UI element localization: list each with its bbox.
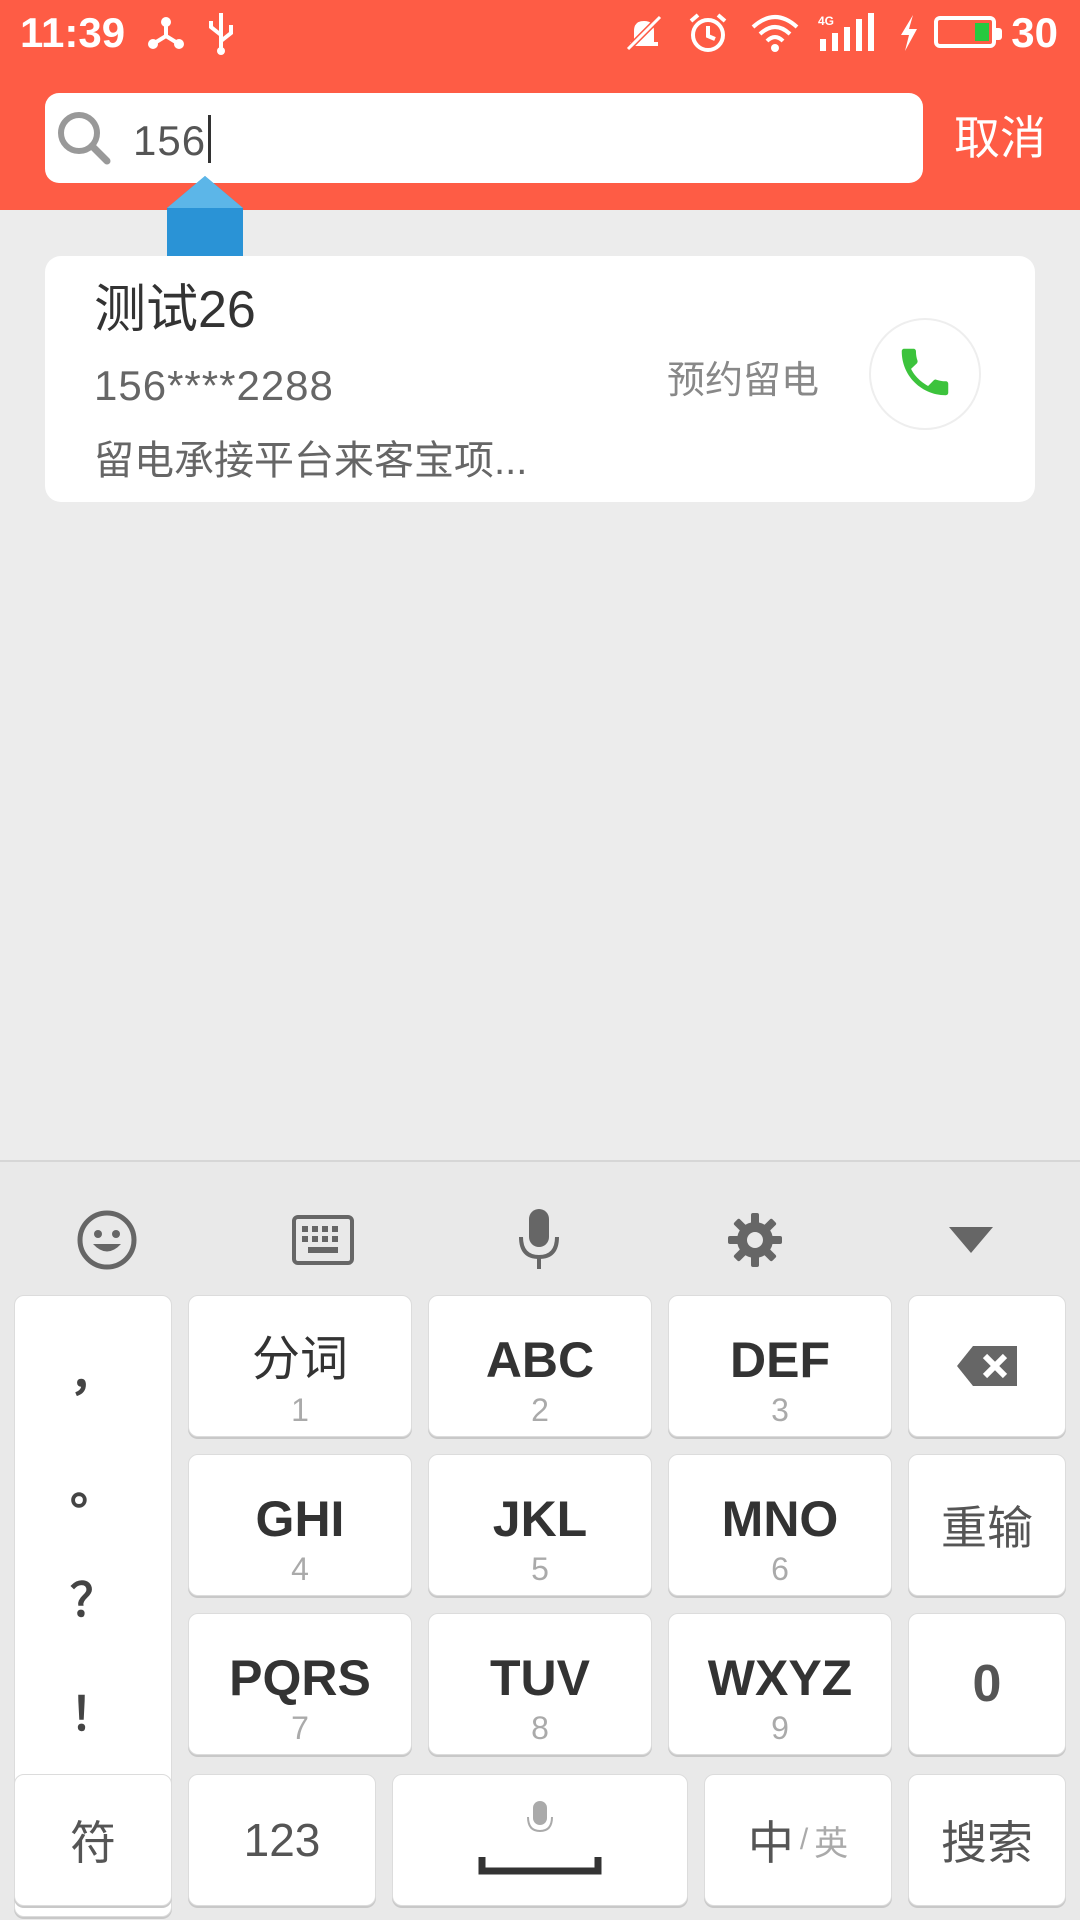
status-bar: 11:39 4G 30 [0,0,1080,66]
space-bar-icon [393,1775,687,1905]
signal-4g-icon: 4G [816,8,876,58]
search-key[interactable]: 搜索 [908,1774,1066,1906]
key-6[interactable]: MNO 6 [668,1454,892,1596]
key-label: 分词 [251,1333,348,1386]
reenter-key[interactable]: 重输 [908,1454,1066,1596]
text-cursor [208,115,212,163]
key-label: MNO [721,1491,839,1547]
key-9[interactable]: WXYZ 9 [668,1613,892,1755]
search-icon [51,105,117,176]
lang-en: 英 [814,1824,849,1863]
key-3[interactable]: DEF 3 [668,1295,892,1437]
key-5[interactable]: JKL 5 [428,1454,652,1596]
backspace-icon [909,1296,1065,1436]
symbols-key[interactable]: 符 [14,1774,172,1906]
key-8[interactable]: TUV 8 [428,1613,652,1755]
key-0[interactable]: 0 [908,1613,1066,1755]
key-digit: 6 [771,1551,789,1587]
charging-icon [896,8,922,58]
key-2[interactable]: ABC 2 [428,1295,652,1437]
call-button[interactable] [869,318,981,430]
silent-icon [624,8,664,58]
period-key[interactable]: 。 [15,1452,171,1518]
backspace-key[interactable] [908,1295,1066,1437]
contact-name: 测试26 [94,281,256,339]
lang-cn: 中 [747,1817,794,1869]
reserve-callback-button[interactable]: 预约留电 [667,356,819,406]
numbers-key[interactable]: 123 [188,1774,376,1906]
app-header: 11:39 4G 30 156 取消 [0,0,1080,210]
microphone-icon[interactable] [499,1202,579,1278]
key-digit: 4 [291,1551,309,1587]
usb-icon [206,8,236,58]
reenter-label: 重输 [941,1502,1033,1554]
battery-icon [934,16,1002,48]
key-label: ABC [485,1332,595,1388]
key-label: JKL [492,1491,588,1547]
battery-level: 30 [1011,9,1058,56]
language-toggle-label: 中 / 英 [705,1775,891,1905]
question-key[interactable]: ？ [15,1564,171,1630]
key-label: GHI [255,1491,345,1547]
search-key-label: 搜索 [941,1817,1033,1869]
usb-tether-icon [146,8,186,58]
symbols-label: 符 [70,1817,116,1869]
input-method-keyboard: ， 。 ？ ！ 分词 1 ABC 2 DEF 3 GHI 4 JKL 5 MNO… [0,1160,1080,1920]
keyboard-icon[interactable] [283,1202,363,1278]
contact-description: 留电承接平台来客宝项... [94,439,528,483]
key-digit: 8 [531,1710,549,1746]
cancel-button[interactable]: 取消 [954,108,1046,168]
key-digit: 2 [531,1392,549,1428]
emoji-icon[interactable] [67,1202,147,1278]
key-1[interactable]: 分词 1 [188,1295,412,1437]
lang-separator: / [799,1823,809,1856]
key-digit: 3 [771,1392,789,1428]
key-7[interactable]: PQRS 7 [188,1613,412,1755]
exclamation-key[interactable]: ！ [15,1678,171,1744]
search-query[interactable]: 156 [133,115,212,164]
phone-icon [894,341,956,408]
key-label: TUV [490,1650,590,1706]
key-label: PQRS [229,1650,371,1706]
space-key[interactable] [392,1774,688,1906]
key-digit: 7 [291,1710,309,1746]
gear-icon[interactable] [715,1202,795,1278]
key-label: 0 [972,1655,1002,1713]
key-4[interactable]: GHI 4 [188,1454,412,1596]
contact-phone: 156****2288 [94,362,334,409]
key-digit: 5 [531,1551,549,1587]
contact-result-card[interactable]: 测试26 156****2288 留电承接平台来客宝项... 预约留电 [45,256,1035,502]
wifi-icon [750,8,800,58]
search-input[interactable]: 156 [45,93,923,183]
numbers-label: 123 [243,1814,321,1866]
key-digit: 9 [771,1710,789,1746]
comma-key[interactable]: ， [15,1338,171,1404]
svg-text:4G: 4G [818,14,834,28]
language-toggle-key[interactable]: 中 / 英 [704,1774,892,1906]
collapse-keyboard-icon[interactable] [931,1202,1011,1278]
alarm-icon [686,8,730,58]
status-time: 11:39 [20,9,126,56]
key-label: WXYZ [707,1650,853,1706]
key-label: DEF [730,1332,830,1388]
key-digit: 1 [291,1392,309,1428]
